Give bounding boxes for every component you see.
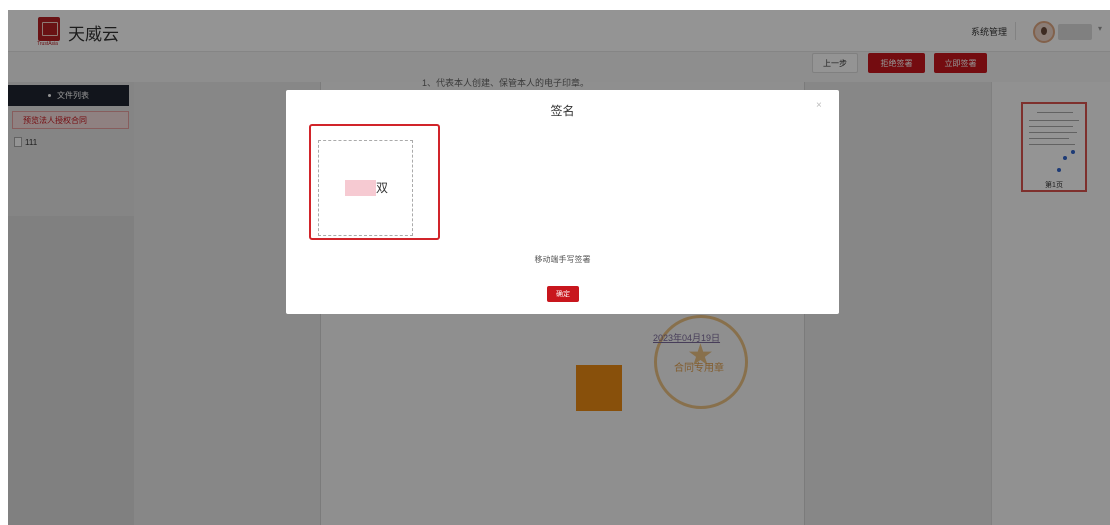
close-icon[interactable]: × — [816, 100, 822, 111]
app-window: TrustAsia 天威云 系统管理 ▾ 上一步 拒绝签署 立即签署 文件列表 … — [8, 10, 1110, 525]
confirm-button[interactable]: 确定 — [547, 286, 579, 302]
signature-modal: 签名 × 双 移动端手写签署 确定 — [286, 90, 839, 314]
modal-title: 签名 — [550, 104, 575, 118]
signature-redacted — [345, 180, 376, 196]
mobile-handwrite-hint[interactable]: 移动端手写签署 — [286, 254, 839, 265]
signature-char: 双 — [376, 181, 389, 195]
